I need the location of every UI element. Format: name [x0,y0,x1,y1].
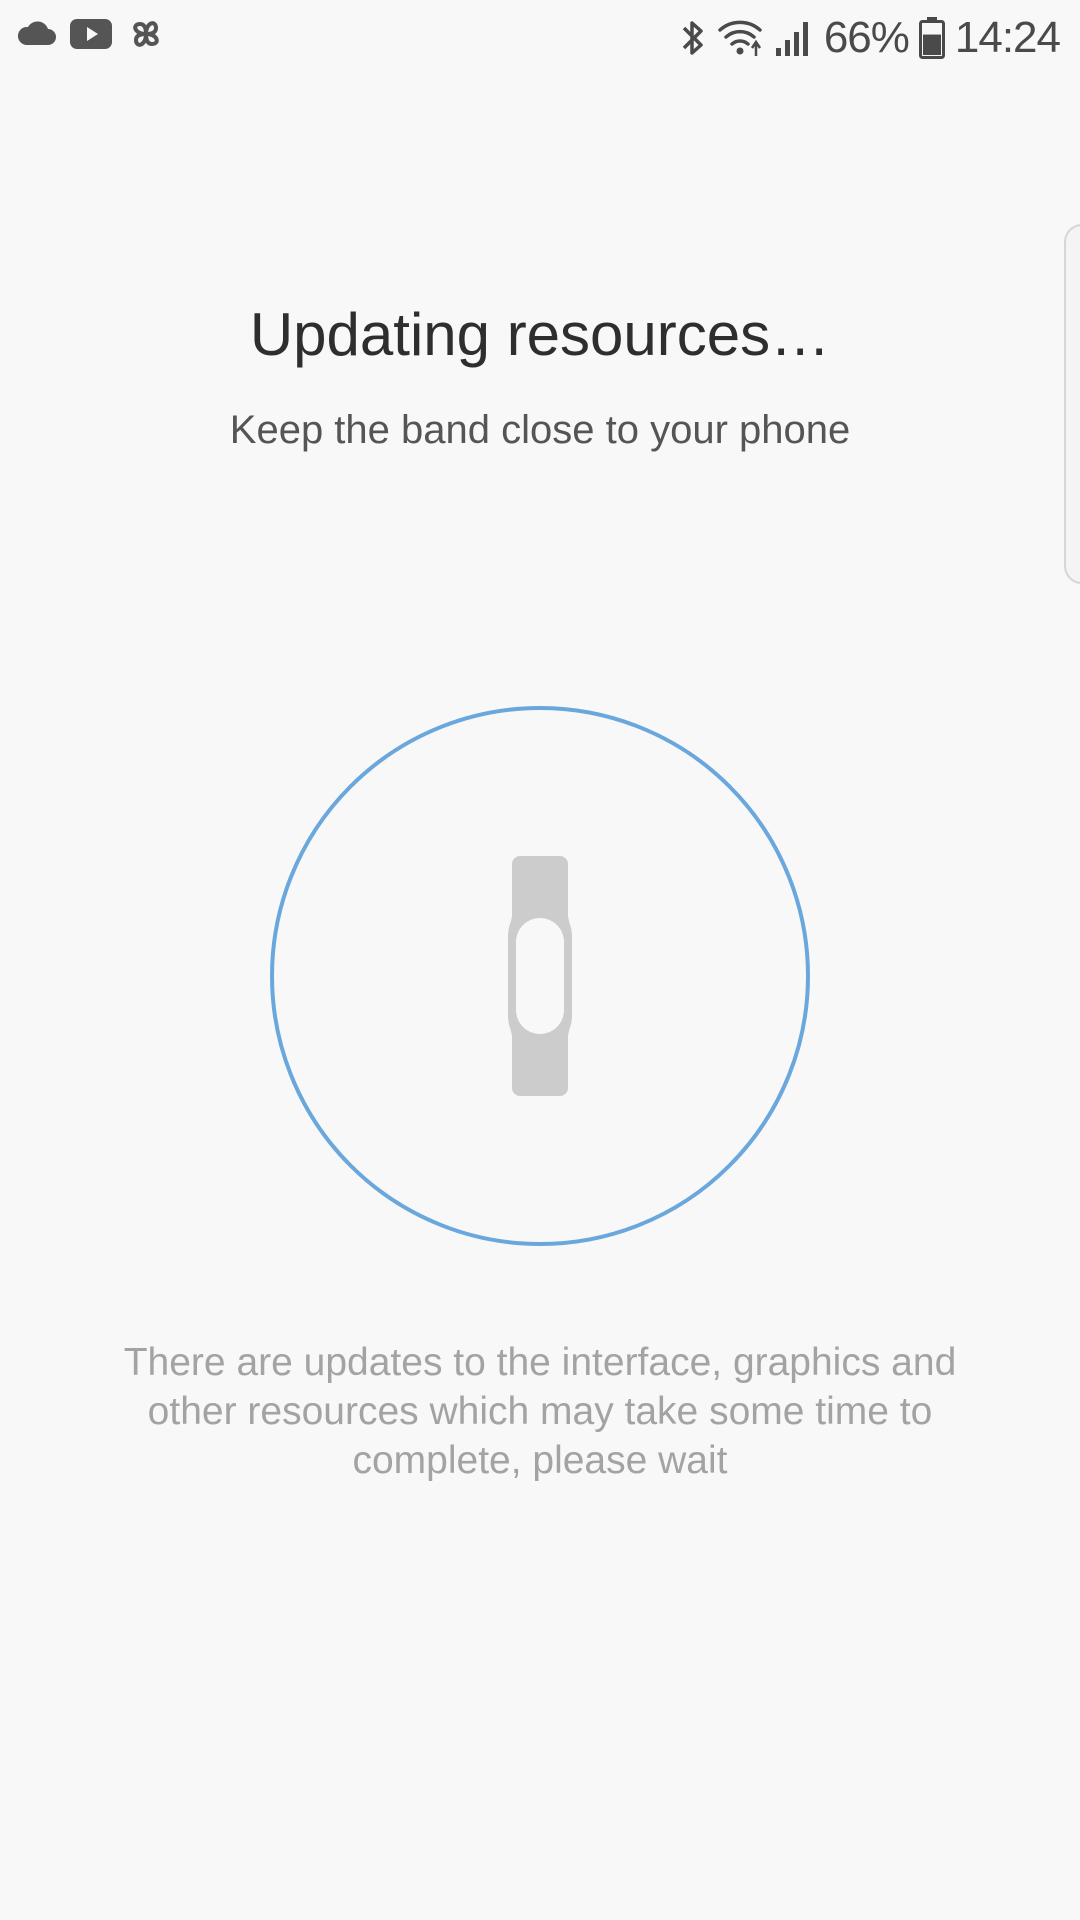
battery-percent: 66% [823,13,910,62]
band-illustration [268,704,812,1248]
fitness-band-icon [508,856,572,1096]
status-bar: 66% 14:24 [0,0,1080,78]
system-status: 66% 14:24 [680,12,1061,64]
edge-panel-handle[interactable] [1064,224,1080,584]
pinwheel-icon [126,14,166,54]
update-description: There are updates to the interface, grap… [123,1341,957,1482]
notification-icons [16,14,166,54]
page-title: Updating resources… [249,301,831,368]
signal-icon [774,18,814,58]
update-screen: 66% 14:24 Updating resources… Keep the b… [0,0,1080,1920]
cloud-icon [16,21,56,47]
progress-ring [270,706,810,1246]
wifi-icon [716,18,764,58]
clock: 14:24 [954,13,1061,62]
page-subtitle: Keep the band close to your phone [229,408,851,452]
battery-icon [918,17,945,59]
youtube-icon [70,19,112,49]
bluetooth-icon [680,18,706,58]
